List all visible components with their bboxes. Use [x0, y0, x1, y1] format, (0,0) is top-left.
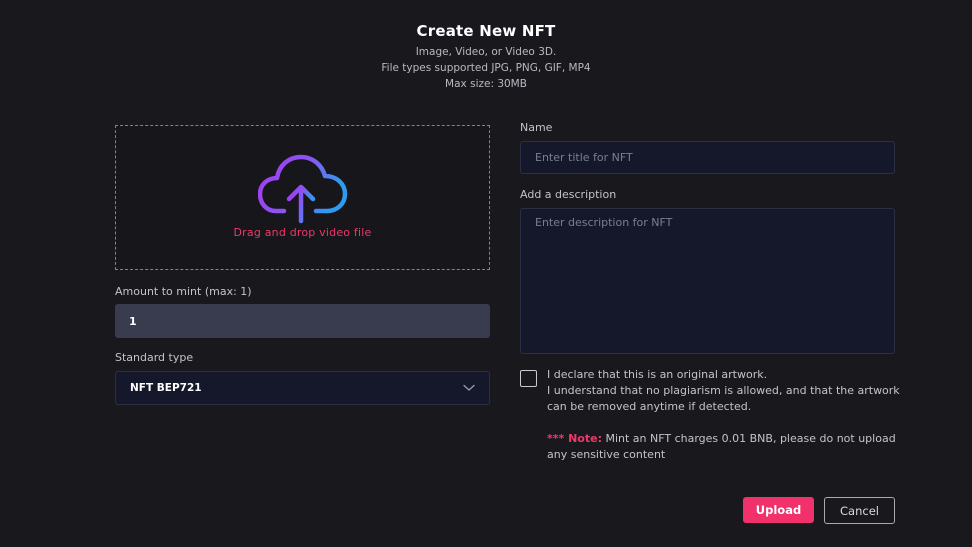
standard-type-select[interactable]: NFT BEP721: [115, 371, 490, 405]
file-dropzone[interactable]: Drag and drop video file: [115, 125, 490, 270]
cloud-upload-icon: [257, 154, 347, 224]
page-title: Create New NFT: [416, 22, 556, 40]
name-input[interactable]: [520, 141, 895, 174]
dropzone-text: Drag and drop video file: [233, 226, 372, 239]
amount-label: Amount to mint (max: 1): [115, 285, 252, 298]
name-label: Name: [520, 121, 553, 134]
page-header: Create New NFT Image, Video, or Video 3D…: [0, 21, 972, 92]
file-formats-info: File types supported JPG, PNG, GIF, MP4: [381, 62, 591, 74]
declaration-text: I declare that this is an original artwo…: [547, 367, 907, 415]
cancel-button[interactable]: Cancel: [824, 497, 895, 524]
note-prefix: *** Note:: [547, 432, 602, 445]
create-nft-page: Create New NFT Image, Video, or Video 3D…: [0, 0, 972, 547]
description-input[interactable]: [520, 208, 895, 354]
standard-type-label: Standard type: [115, 351, 194, 364]
declaration-checkbox[interactable]: [520, 370, 537, 387]
chevron-down-icon: [463, 384, 475, 391]
declaration-line-1: I declare that this is an original artwo…: [547, 368, 768, 381]
standard-type-value: NFT BEP721: [130, 382, 202, 394]
amount-input[interactable]: [115, 304, 490, 338]
fee-note: *** Note: Mint an NFT charges 0.01 BNB, …: [547, 431, 907, 463]
max-size-info: Max size: 30MB: [445, 78, 527, 90]
upload-button[interactable]: Upload: [743, 497, 814, 523]
file-types-info: Image, Video, or Video 3D.: [415, 46, 557, 58]
declaration-line-2: I understand that no plagiarism is allow…: [547, 384, 900, 413]
description-label: Add a description: [520, 188, 617, 201]
